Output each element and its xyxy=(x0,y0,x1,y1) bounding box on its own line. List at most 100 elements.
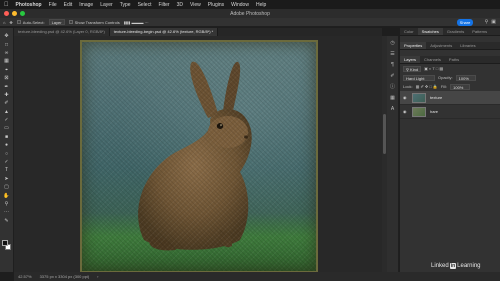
healing-brush-icon[interactable]: ✚ xyxy=(2,91,12,99)
dodge-tool-icon[interactable]: ○ xyxy=(2,149,12,157)
scrollbar-thumb[interactable] xyxy=(383,114,386,154)
menu-image[interactable]: Image xyxy=(79,2,93,8)
crop-tool-icon[interactable]: ⌖ xyxy=(2,66,12,74)
tab-properties[interactable]: Properties xyxy=(400,42,427,49)
blend-mode-dropdown[interactable]: Hard Light xyxy=(403,74,435,81)
tab-gradients[interactable]: Gradients xyxy=(443,28,468,35)
more-tools-icon[interactable]: ··· xyxy=(2,208,12,216)
rectangle-tool-icon[interactable]: ▢ xyxy=(2,183,12,191)
menu-filter[interactable]: Filter xyxy=(158,2,169,8)
minimize-window-button[interactable] xyxy=(12,11,17,16)
watermark-prefix: Linked xyxy=(431,263,449,269)
blur-tool-icon[interactable]: ● xyxy=(2,141,12,149)
layer-name[interactable]: hare xyxy=(430,109,438,114)
info-icon[interactable]: ⓘ xyxy=(390,83,395,91)
linkedin-learning-watermark: Linked in Learning xyxy=(431,263,481,269)
doc-tab-texture-bleeding[interactable]: texture-bleeding.psd @ 42.6% (Layer 0, R… xyxy=(14,28,110,36)
layer-thumbnail xyxy=(412,92,426,103)
workspace-icon[interactable]: ▣ xyxy=(491,19,496,25)
close-window-button[interactable] xyxy=(4,11,9,16)
tab-swatches[interactable]: Swatches xyxy=(417,28,443,35)
lock-label: Lock: xyxy=(403,84,413,89)
move-tool-icon[interactable]: ✥ xyxy=(9,20,12,25)
panel-icon-strip: ◷ ☰ ¶ ✐ ⓘ ▦ A xyxy=(387,36,399,272)
object-select-icon[interactable]: ▦ xyxy=(2,57,12,65)
layer-comps-icon[interactable]: ▦ xyxy=(390,94,395,102)
path-select-icon[interactable]: ➤ xyxy=(2,175,12,183)
tab-color[interactable]: Color xyxy=(400,28,418,35)
tab-libraries[interactable]: Libraries xyxy=(456,42,479,49)
menu-view[interactable]: View xyxy=(190,2,201,8)
auto-select-checkbox[interactable] xyxy=(16,20,21,24)
clone-stamp-icon[interactable]: ▲ xyxy=(2,108,12,116)
blend-row: Hard Light Opacity: 100% xyxy=(400,73,500,82)
layer-name[interactable]: texture xyxy=(430,95,442,100)
tab-adjustments[interactable]: Adjustments xyxy=(426,42,456,49)
paragraph-icon[interactable]: ¶ xyxy=(391,61,394,69)
menu-file[interactable]: File xyxy=(49,2,57,8)
filter-icons[interactable]: ▣ ◐ T □ ▦ xyxy=(424,66,443,71)
transform-controls-option[interactable]: Show Transform Controls xyxy=(68,20,120,25)
menu-layer[interactable]: Layer xyxy=(100,2,113,8)
document-info[interactable]: 3375 px x 3304 px (300 ppi) xyxy=(40,274,90,279)
menu-type[interactable]: Type xyxy=(120,2,131,8)
move-tool-icon[interactable]: ✥ xyxy=(2,32,12,40)
menu-plugins[interactable]: Plugins xyxy=(208,2,224,8)
type-tool-icon[interactable]: T xyxy=(2,166,12,174)
home-icon[interactable]: ⌂ xyxy=(3,20,5,25)
tab-paths[interactable]: Paths xyxy=(445,56,463,63)
fill-field[interactable]: 100% xyxy=(450,83,471,90)
status-chevron-icon[interactable]: › xyxy=(97,274,98,279)
menu-help[interactable]: Help xyxy=(256,2,266,8)
marquee-tool-icon[interactable]: □ xyxy=(2,40,12,48)
hand-tool-icon[interactable]: ✋ xyxy=(2,191,12,199)
menu-3d[interactable]: 3D xyxy=(177,2,183,8)
layer-thumbnail xyxy=(412,106,426,117)
edit-toolbar-icon[interactable]: ✎ xyxy=(2,217,12,225)
foreground-color-swatch[interactable] xyxy=(2,240,8,246)
apple-icon[interactable]:  xyxy=(4,2,9,8)
align-icons[interactable]: ▮▮▮ ▬▬▬ ··· xyxy=(124,20,149,25)
image-border xyxy=(80,40,318,273)
lasso-tool-icon[interactable]: ∞ xyxy=(2,49,12,57)
visibility-eye-icon[interactable]: ◉ xyxy=(403,109,408,114)
zoom-window-button[interactable] xyxy=(20,11,25,16)
layer-row-hare[interactable]: ◉ hare xyxy=(400,105,500,119)
layer-row-texture[interactable]: ◉ texture xyxy=(400,91,500,105)
lock-icons[interactable]: ▦ ✐ ✥ □ 🔒 xyxy=(416,84,438,89)
menu-window[interactable]: Window xyxy=(231,2,249,8)
tab-channels[interactable]: Channels xyxy=(420,56,445,63)
eyedropper-icon[interactable]: ✒ xyxy=(2,82,12,90)
eraser-icon[interactable]: ▭ xyxy=(2,124,12,132)
auto-select-option[interactable]: Auto-Select: xyxy=(16,20,45,25)
menu-photoshop[interactable]: Photoshop xyxy=(16,2,42,8)
search-icon[interactable]: ⚲ xyxy=(485,19,489,25)
brush-tool-icon[interactable]: ✐ xyxy=(2,99,12,107)
zoom-level[interactable]: 42.57% xyxy=(18,274,32,279)
visibility-eye-icon[interactable]: ◉ xyxy=(403,95,408,100)
window-controls xyxy=(4,11,25,16)
menu-select[interactable]: Select xyxy=(138,2,152,8)
character-icon[interactable]: A xyxy=(391,105,394,113)
share-button[interactable]: Share xyxy=(457,19,473,26)
gradient-tool-icon[interactable]: ■ xyxy=(2,133,12,141)
pen-tool-icon[interactable]: ✓ xyxy=(2,158,12,166)
transform-controls-checkbox[interactable] xyxy=(68,20,73,24)
tab-layers[interactable]: Layers xyxy=(400,56,421,63)
document-image[interactable] xyxy=(80,40,318,273)
tab-patterns[interactable]: Patterns xyxy=(468,28,491,35)
properties-icon[interactable]: ☰ xyxy=(390,50,394,58)
history-brush-icon[interactable]: ✓ xyxy=(2,116,12,124)
kind-filter-dropdown[interactable]: ⚲ Kind xyxy=(403,65,422,72)
doc-tab-texture-bleeding-begin[interactable]: texture-bleeding-begin.psd @ 42.6% (text… xyxy=(109,28,219,36)
opacity-field[interactable]: 100% xyxy=(455,74,476,81)
brush-settings-icon[interactable]: ✐ xyxy=(390,72,394,80)
menu-edit[interactable]: Edit xyxy=(64,2,73,8)
lock-row: Lock: ▦ ✐ ✥ □ 🔒 Fill: 100% xyxy=(400,82,500,91)
zoom-tool-icon[interactable]: ⚲ xyxy=(2,200,12,208)
history-icon[interactable]: ◷ xyxy=(390,39,394,47)
frame-tool-icon[interactable]: ⊠ xyxy=(2,74,12,82)
document-tabs: texture-bleeding.psd @ 42.6% (Layer 0, R… xyxy=(14,28,382,36)
auto-select-dropdown[interactable]: Layer xyxy=(48,19,65,25)
color-swatches[interactable] xyxy=(2,240,12,252)
